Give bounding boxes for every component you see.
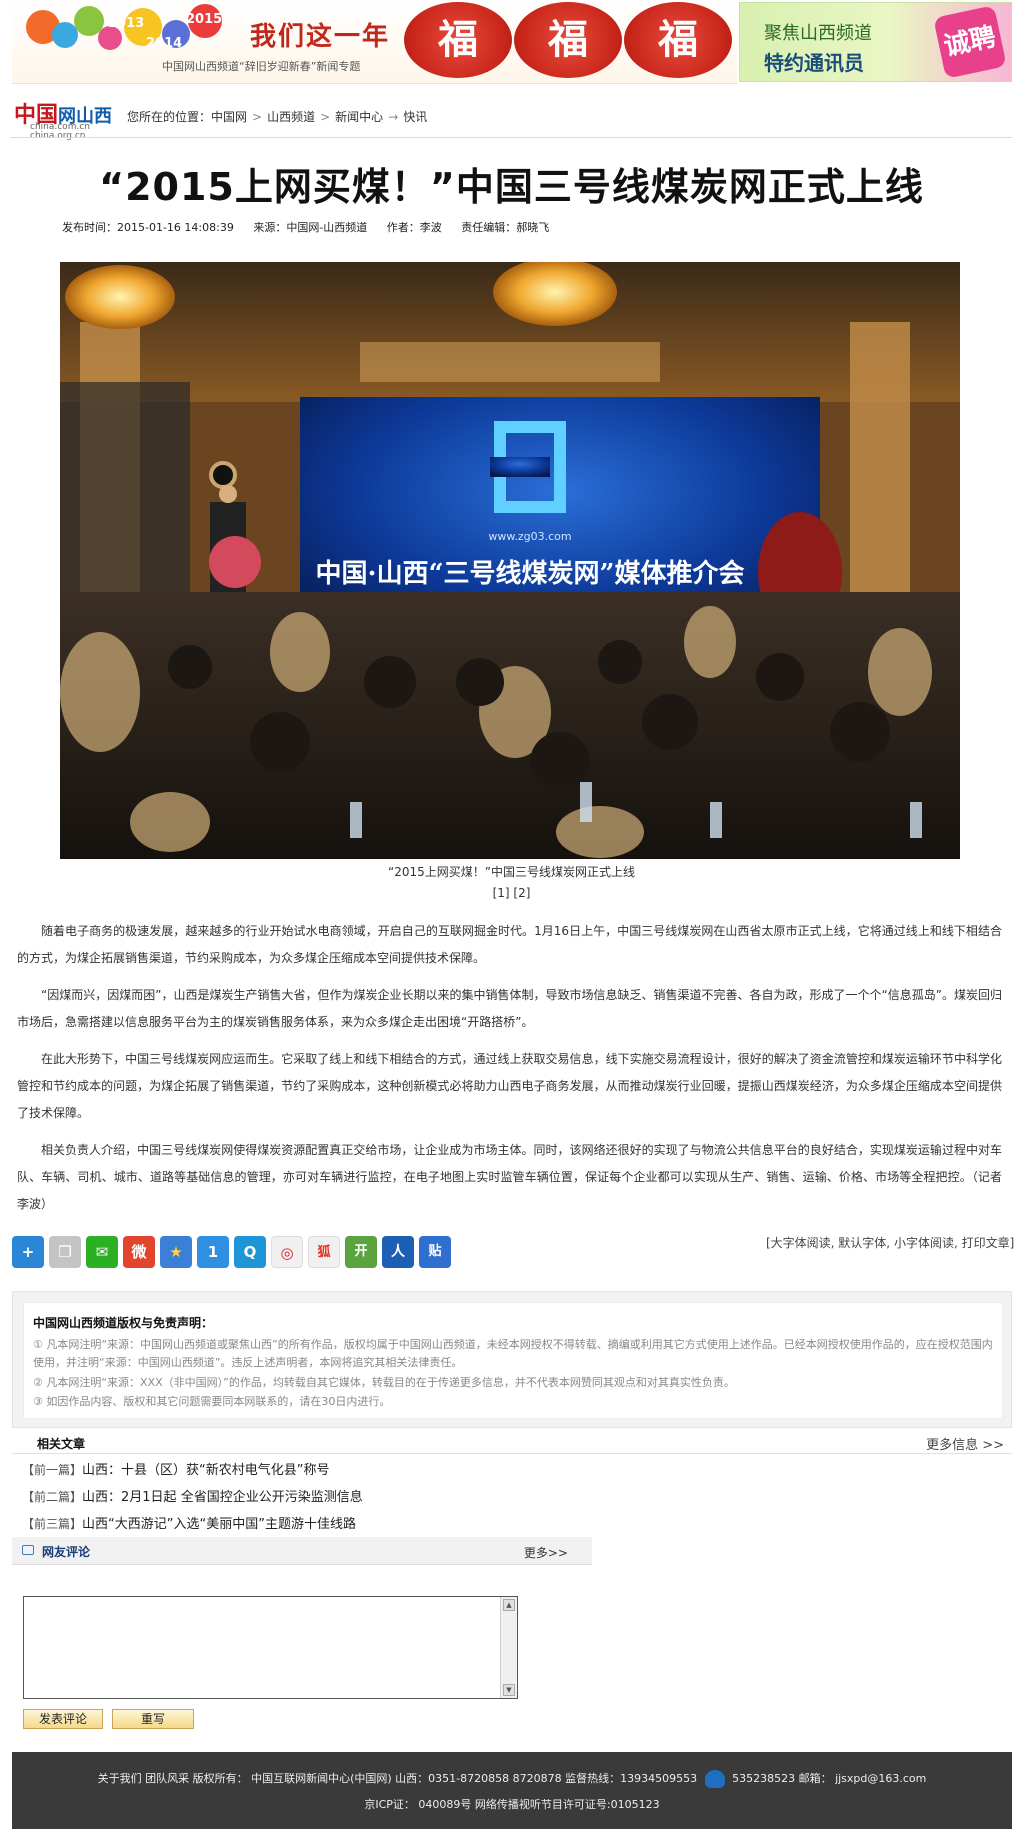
copyright-item-3: ③ 如因作品内容、版权和其它问题需要同本网联系的，请在30日内进行。 bbox=[33, 1395, 391, 1408]
article-source: 来源：中国网-山西频道 bbox=[253, 221, 368, 234]
banner-caption: 中国网山西频道“辞旧岁迎新春”新闻专题 bbox=[162, 60, 361, 73]
screen-headline: 中国·山西“三号线煤炭网”媒体推介会 bbox=[316, 559, 745, 589]
article-paragraph: 在此大形势下，中国三号线煤炭网应运而生。它采取了线上和线下相结合的方式，通过线上… bbox=[17, 1052, 1002, 1120]
share-renren-icon[interactable]: 人 bbox=[382, 1236, 414, 1268]
ad-line-1: 聚焦山西频道 bbox=[764, 23, 872, 44]
scroll-up-arrow-icon[interactable]: ▲ bbox=[503, 1599, 515, 1611]
share-weibo-icon[interactable]: 微 bbox=[123, 1236, 155, 1268]
recruit-badge: 诚聘 bbox=[933, 5, 1007, 79]
year-label-2014: 2014 bbox=[146, 36, 183, 51]
balloons-graphic: 2013 2014 2015 bbox=[16, 4, 246, 64]
related-item-tag: 【前三篇】 bbox=[22, 1517, 83, 1531]
breadcrumb-link-shanxi[interactable]: 山西频道 bbox=[267, 110, 315, 124]
article-pager: [1] [2] bbox=[0, 886, 1023, 900]
related-item-1[interactable]: 【前一篇】山西：十县（区）获“新农村电气化县”称号 bbox=[22, 1459, 330, 1478]
year-label-2013: 2013 bbox=[108, 16, 145, 31]
top-banner[interactable]: 2013 2014 2015 我们这一年 中国网山西频道“辞旧岁迎新春”新闻专题… bbox=[12, 0, 1012, 84]
fu-papercut-2: 福 bbox=[514, 2, 622, 78]
share-wechat-icon[interactable]: ✉ bbox=[86, 1236, 118, 1268]
font-size-links[interactable]: [大字体阅读, 默认字体, 小字体阅读, 打印文章] bbox=[766, 1234, 1014, 1251]
reset-comment-button[interactable]: 重写 bbox=[112, 1709, 194, 1729]
share-kaixin-icon[interactable]: 开 bbox=[345, 1236, 377, 1268]
header-divider bbox=[10, 137, 1012, 138]
breadcrumb-link-news-center[interactable]: 新闻中心 bbox=[335, 110, 383, 124]
breadcrumb-separator: → bbox=[388, 110, 399, 124]
article-meta: 发布时间：2015-01-16 14:08:39 来源：中国网-山西频道 作者：… bbox=[62, 219, 565, 235]
comment-textarea[interactable] bbox=[23, 1596, 518, 1699]
share-copy-icon[interactable]: ❐ bbox=[49, 1236, 81, 1268]
comments-header: 网友评论 更多>> bbox=[12, 1537, 592, 1565]
breadcrumb-separator: > bbox=[252, 110, 263, 124]
share-one-icon[interactable]: 1 bbox=[197, 1236, 229, 1268]
year-label-2015: 2015 bbox=[186, 12, 223, 27]
related-articles-title: 相关文章 bbox=[37, 1437, 86, 1451]
site-footer: 关于我们 团队风采 版权所有： 中国互联网新闻中心(中国网) 山西：0351-8… bbox=[12, 1752, 1012, 1829]
article-paragraph: 相关负责人介绍，中国三号线煤炭网使得煤炭资源配置真正交给市场，让企业成为市场主体… bbox=[17, 1143, 1002, 1211]
copyright-notice: 中国网山西频道版权与免责声明： ① 凡本网注明“来源：中国网山西频道或聚焦山西”… bbox=[12, 1291, 1012, 1428]
share-sohu-icon[interactable]: 狐 bbox=[308, 1236, 340, 1268]
ad-line-2: 特约通讯员 bbox=[764, 51, 864, 75]
comment-scrollbar[interactable]: ▲ ▼ bbox=[500, 1597, 517, 1698]
related-articles-header: 相关文章 更多信息 >> bbox=[12, 1432, 1012, 1454]
page-link-1[interactable]: [1] bbox=[493, 886, 510, 900]
related-item-text: 山西：十县（区）获“新农村电气化县”称号 bbox=[82, 1463, 330, 1478]
footer-license: 京ICP证： 040089号 网络传播视听节目许可证号:0105123 bbox=[364, 1798, 660, 1811]
copyright-item-1: ① 凡本网注明“来源：中国网山西频道或聚焦山西”的所有作品，版权均属于中国网山西… bbox=[33, 1338, 993, 1369]
breadcrumb-link-chinanet[interactable]: 中国网 bbox=[211, 110, 247, 124]
scroll-down-arrow-icon[interactable]: ▼ bbox=[503, 1684, 515, 1696]
fu-papercut-1: 福 bbox=[404, 2, 512, 78]
related-more-link[interactable]: 更多信息 >> bbox=[926, 1434, 1004, 1453]
year-review-promo[interactable]: 2013 2014 2015 我们这一年 中国网山西频道“辞旧岁迎新春”新闻专题… bbox=[12, 0, 737, 84]
qq-icon[interactable] bbox=[704, 1770, 725, 1788]
share-tieba-icon[interactable]: 贴 bbox=[419, 1236, 451, 1268]
submit-comment-button[interactable]: 发表评论 bbox=[23, 1709, 103, 1729]
copyright-title: 中国网山西频道版权与免责声明： bbox=[33, 1316, 214, 1330]
share-more-icon[interactable]: + bbox=[12, 1236, 44, 1268]
comments-title: 网友评论 bbox=[42, 1545, 91, 1559]
banner-title: 我们这一年 bbox=[250, 22, 391, 52]
related-item-text: 山西“大西游记”入选“美丽中国”主题游十佳线路 bbox=[82, 1517, 356, 1532]
comments-more-link[interactable]: 更多>> bbox=[524, 1544, 568, 1561]
article-paragraph: 随着电子商务的极速发展，越来越多的行业开始试水电商领域，开启自己的互联网掘金时代… bbox=[17, 924, 1002, 965]
share-toolbar: + ❐ ✉ 微 ★ 1 Q ◎ 狐 开 人 贴 bbox=[12, 1236, 451, 1272]
photo-caption: “2015上网买煤！”中国三号线煤炭网正式上线 bbox=[388, 865, 635, 879]
related-item-3[interactable]: 【前三篇】山西“大西游记”入选“美丽中国”主题游十佳线路 bbox=[22, 1513, 356, 1532]
footer-contact: 关于我们 团队风采 版权所有： 中国互联网新闻中心(中国网) 山西：0351-8… bbox=[97, 1772, 698, 1785]
article-paragraph: “因煤而兴，因煤而困”，山西是煤炭生产销售大省，但作为煤炭企业长期以来的集中销售… bbox=[17, 988, 1002, 1029]
publish-time: 发布时间：2015-01-16 14:08:39 bbox=[62, 221, 234, 234]
related-item-2[interactable]: 【前二篇】山西：2月1日起 全省国控企业公开污染监测信息 bbox=[22, 1486, 363, 1505]
comment-bubble-icon bbox=[22, 1545, 34, 1555]
article-photo[interactable]: 3 www.zg03.com 中国·山西“三号线煤炭网”媒体推介会 bbox=[60, 262, 960, 859]
article-title: “2015上网买煤！”中国三号线煤炭网正式上线 bbox=[99, 165, 924, 209]
share-qzone-icon[interactable]: Q bbox=[234, 1236, 266, 1268]
fu-papercut-3: 福 bbox=[624, 2, 732, 78]
page-link-2[interactable]: [2] bbox=[513, 886, 530, 900]
breadcrumb-link-express[interactable]: 快讯 bbox=[403, 110, 427, 124]
footer-qq-email: 535238523 邮箱： jjsxpd@163.com bbox=[732, 1772, 927, 1785]
article-author: 作者：李波 bbox=[386, 221, 442, 234]
related-item-tag: 【前一篇】 bbox=[22, 1463, 83, 1477]
article-body: 随着电子商务的极速发展，越来越多的行业开始试水电商领域，开启自己的互联网掘金时代… bbox=[17, 918, 1002, 1228]
screen-url: www.zg03.com bbox=[488, 530, 571, 543]
related-item-tag: 【前二篇】 bbox=[22, 1490, 83, 1504]
breadcrumb-prefix: 您所在的位置： bbox=[127, 110, 212, 124]
breadcrumb: 您所在的位置：中国网 > 山西频道 > 新闻中心 → 快讯 bbox=[127, 108, 427, 125]
site-logo[interactable]: 中国网山西 china.com.cn china.org.cn bbox=[14, 95, 114, 141]
logo-domains: china.com.cn china.org.cn bbox=[30, 123, 90, 141]
copyright-item-2: ② 凡本网注明“来源：XXX（非中国网）”的作品，均转载自其它媒体，转载目的在于… bbox=[33, 1376, 735, 1389]
share-favorite-icon[interactable]: ★ bbox=[160, 1236, 192, 1268]
article-editor: 责任编辑：郝晓飞 bbox=[461, 221, 550, 234]
related-item-text: 山西：2月1日起 全省国控企业公开污染监测信息 bbox=[82, 1490, 363, 1505]
footer-line-1: 关于我们 团队风采 版权所有： 中国互联网新闻中心(中国网) 山西：0351-8… bbox=[12, 1770, 1012, 1788]
conference-photo-graphic: 3 www.zg03.com 中国·山西“三号线煤炭网”媒体推介会 bbox=[60, 262, 960, 859]
correspondent-recruit-ad[interactable]: 聚焦山西频道 特约通讯员 诚聘 bbox=[739, 2, 1012, 82]
share-netease-icon[interactable]: ◎ bbox=[271, 1236, 303, 1268]
breadcrumb-separator: > bbox=[320, 110, 331, 124]
